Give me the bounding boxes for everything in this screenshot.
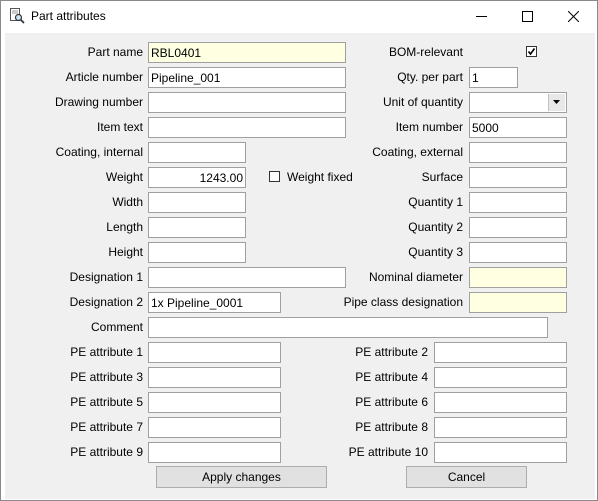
form-area: Part name BOM-relevant Article number Qt… (5, 33, 595, 499)
surface-label: Surface (421, 170, 463, 184)
article-number-label: Article number (65, 70, 143, 84)
apply-changes-button[interactable]: Apply changes (156, 466, 327, 488)
length-label: Length (106, 220, 143, 234)
pe-attribute-3-field[interactable] (148, 367, 281, 388)
pe-attribute-8-field[interactable] (434, 417, 567, 438)
quantity-2-field[interactable] (469, 217, 567, 238)
pe-attribute-4-label: PE attribute 4 (355, 370, 428, 384)
pe-attribute-7-label: PE attribute 7 (70, 420, 143, 434)
quantity-3-field[interactable] (469, 242, 567, 263)
weight-field[interactable] (148, 167, 246, 188)
pe-attribute-5-label: PE attribute 5 (70, 395, 143, 409)
close-icon (568, 11, 579, 22)
weight-fixed-checkbox[interactable] (269, 171, 280, 182)
pe-attribute-4-field[interactable] (434, 367, 567, 388)
pe-attribute-2-label: PE attribute 2 (355, 345, 428, 359)
quantity-1-field[interactable] (469, 192, 567, 213)
quantity-2-label: Quantity 2 (408, 220, 463, 234)
drawing-number-label: Drawing number (54, 95, 143, 109)
pe-attribute-2-field[interactable] (434, 342, 567, 363)
comment-label: Comment (90, 320, 143, 334)
bom-relevant-checkbox[interactable] (526, 46, 537, 57)
window-title: Part attributes (31, 9, 106, 23)
item-number-label: Item number (395, 120, 463, 134)
pe-attribute-6-label: PE attribute 6 (355, 395, 428, 409)
height-field[interactable] (148, 242, 246, 263)
qty-per-part-label: Qty. per part (397, 70, 463, 84)
coating-internal-label: Coating, internal (55, 145, 143, 159)
designation-1-label: Designation 1 (69, 270, 143, 284)
close-button[interactable] (551, 1, 597, 32)
maximize-icon (522, 11, 533, 22)
pipe-class-designation-field[interactable] (469, 292, 567, 313)
pe-attribute-9-field[interactable] (148, 442, 281, 463)
length-field[interactable] (148, 217, 246, 238)
pipe-class-designation-label: Pipe class designation (343, 295, 463, 309)
bom-relevant-label: BOM-relevant (388, 45, 463, 59)
item-number-field[interactable] (469, 117, 567, 138)
unit-of-quantity-select[interactable] (469, 92, 567, 113)
qty-per-part-field[interactable] (469, 67, 518, 88)
pe-attribute-9-label: PE attribute 9 (70, 445, 143, 459)
coating-internal-field[interactable] (148, 142, 246, 163)
quantity-3-label: Quantity 3 (408, 245, 463, 259)
pe-attribute-6-field[interactable] (434, 392, 567, 413)
height-label: Height (108, 245, 143, 259)
checkmark-icon (527, 48, 536, 56)
chevron-down-icon (553, 100, 560, 104)
item-text-label: Item text (96, 120, 143, 134)
pe-attribute-5-field[interactable] (148, 392, 281, 413)
unit-dropdown-button[interactable] (548, 94, 565, 111)
width-label: Width (112, 195, 143, 209)
pe-attribute-8-label: PE attribute 8 (355, 420, 428, 434)
surface-field[interactable] (469, 167, 567, 188)
pe-attribute-3-label: PE attribute 3 (70, 370, 143, 384)
designation-2-label: Designation 2 (69, 295, 143, 309)
width-field[interactable] (148, 192, 246, 213)
minimize-button[interactable] (459, 1, 505, 32)
cancel-button[interactable]: Cancel (406, 466, 527, 488)
weight-label: Weight (105, 170, 143, 184)
pe-attribute-10-label: PE attribute 10 (348, 445, 428, 459)
designation-2-field[interactable] (148, 292, 281, 313)
quantity-1-label: Quantity 1 (408, 195, 463, 209)
coating-external-field[interactable] (469, 142, 567, 163)
minimize-icon (476, 16, 487, 17)
pe-attribute-10-field[interactable] (434, 442, 567, 463)
pe-attribute-1-field[interactable] (148, 342, 281, 363)
nominal-diameter-label: Nominal diameter (368, 270, 463, 284)
part-name-label: Part name (87, 45, 143, 59)
unit-of-quantity-label: Unit of quantity (382, 95, 463, 109)
nominal-diameter-field[interactable] (469, 267, 567, 288)
part-attributes-window: Part attributes Part name BOM-relevant A… (0, 0, 598, 501)
pe-attribute-1-label: PE attribute 1 (70, 345, 143, 359)
title-bar[interactable]: Part attributes (1, 1, 597, 32)
pe-attribute-7-field[interactable] (148, 417, 281, 438)
maximize-button[interactable] (505, 1, 551, 32)
coating-external-label: Coating, external (372, 145, 463, 159)
document-magnifier-icon (9, 8, 25, 24)
comment-field[interactable] (148, 317, 548, 338)
